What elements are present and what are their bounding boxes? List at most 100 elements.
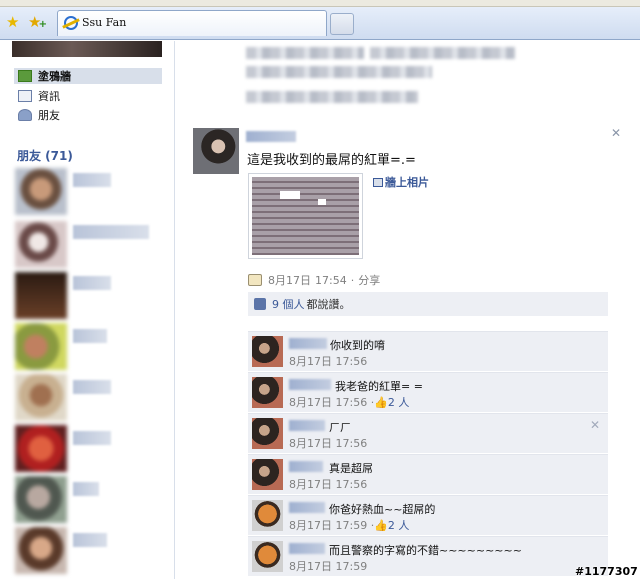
post-text: 這是我收到的最屌的紅單=.= [247, 153, 416, 168]
meta-separator: · [350, 273, 355, 287]
tab-title: Ssu Fan [82, 16, 127, 29]
commenter-name[interactable] [289, 420, 325, 431]
comment-meta: 8月17日 17:56 ·👍2 人 [289, 394, 409, 410]
friend-avatar[interactable] [15, 168, 67, 215]
friend-avatar[interactable] [15, 221, 67, 268]
friend-name[interactable] [73, 276, 111, 290]
commenter-avatar[interactable] [252, 377, 283, 408]
commenter-avatar[interactable] [252, 336, 283, 367]
menu-bar [0, 0, 640, 7]
comment-like-count[interactable]: 👍2 人 [374, 396, 409, 409]
wall-icon [18, 70, 32, 82]
poster-avatar[interactable] [193, 128, 239, 174]
comment-date[interactable]: 8月17日 [289, 478, 332, 491]
sidebar-item-info[interactable]: 資訊 [18, 88, 60, 104]
comment-meta: 8月17日 17:56 [289, 353, 367, 369]
sidebar-item-friends[interactable]: 朋友 [18, 107, 60, 123]
comment-time[interactable]: 17:56 [336, 437, 368, 450]
comment-like-count-label: 2 人 [387, 396, 410, 409]
friend-name[interactable] [73, 329, 107, 343]
commenter-avatar[interactable] [252, 541, 283, 572]
likes-suffix: 都說讚。 [306, 298, 351, 311]
new-tab-button[interactable] [330, 13, 354, 35]
post-time[interactable]: 17:54 [315, 274, 347, 287]
browser-tab[interactable]: Ssu Fan [57, 10, 327, 36]
friend-name[interactable] [73, 482, 99, 496]
commenter-name[interactable] [289, 379, 331, 390]
commenter-avatar[interactable] [252, 418, 283, 449]
blurred-story [246, 91, 418, 103]
blurred-story [246, 66, 432, 78]
comment-time[interactable]: 17:56 [336, 396, 368, 409]
post-meta: 8月17日 17:54 · 分享 [248, 272, 380, 288]
friend-avatar[interactable] [15, 272, 67, 319]
commenter-name[interactable] [289, 461, 323, 472]
comment-date[interactable]: 8月17日 [289, 437, 332, 450]
comment: 真是超屌 8月17日 17:56 [248, 454, 608, 494]
close-icon[interactable]: ✕ [611, 126, 621, 140]
left-sidebar: 塗鴉牆 資訊 朋友 朋友 (71) [0, 41, 175, 579]
comment-meta: 8月17日 17:59 ·👍2 人 [289, 517, 409, 533]
comment-time[interactable]: 17:59 [336, 519, 368, 532]
likes-count-link[interactable]: 9 個人 [272, 296, 305, 312]
friend-avatar[interactable] [15, 323, 67, 370]
sidebar-item-label: 資訊 [38, 90, 60, 103]
comment-meta: 8月17日 17:56 [289, 476, 367, 492]
friend-name[interactable] [73, 173, 111, 187]
comment-text: 真是超屌 [329, 462, 373, 475]
post-date[interactable]: 8月17日 [268, 272, 311, 288]
comment-text: 你爸好熱血~~超屌的 [329, 503, 436, 516]
profile-picture[interactable] [12, 41, 162, 57]
watermark: #1177307 [575, 565, 638, 578]
comment-time[interactable]: 17:59 [336, 560, 368, 573]
comment: 你收到的唷 8月17日 17:56 [248, 331, 608, 371]
comment-meta: 8月17日 17:59 [289, 558, 367, 574]
comment-like-count-label: 2 人 [387, 519, 410, 532]
friend-name[interactable] [73, 380, 111, 394]
commenter-name[interactable] [289, 543, 325, 554]
friend-avatar[interactable] [15, 527, 67, 574]
comment-text: 我老爸的紅單= = [335, 380, 423, 393]
comment-date[interactable]: 8月17日 [289, 560, 332, 573]
close-icon[interactable]: ✕ [590, 418, 600, 432]
friend-name[interactable] [73, 431, 111, 445]
info-icon [18, 90, 32, 102]
comment-time[interactable]: 17:56 [336, 478, 368, 491]
comment-time[interactable]: 17:56 [336, 355, 368, 368]
comment: 而且警察的字寫的不錯~~~~~~~~~ 8月17日 17:59 [248, 536, 608, 576]
comment-text: ㄏㄏ [329, 421, 351, 434]
wall-photos-link[interactable]: 牆上相片 [373, 174, 429, 190]
friend-name[interactable] [73, 533, 107, 547]
sidebar-item-wall[interactable]: 塗鴉牆 [14, 68, 162, 84]
comment: 你爸好熱血~~超屌的 8月17日 17:59 ·👍2 人 [248, 495, 608, 535]
friends-heading[interactable]: 朋友 (71) [17, 147, 73, 164]
photo-icon [373, 177, 383, 187]
comment-like-count[interactable]: 👍2 人 [374, 519, 409, 532]
sidebar-item-label: 朋友 [38, 109, 60, 122]
comment-text: 你收到的唷 [330, 339, 385, 352]
comment: ㄏㄏ ✕ 8月17日 17:56 [248, 413, 608, 453]
comment-meta: 8月17日 17:56 [289, 435, 367, 451]
tab-bar: ★ ★ Ssu Fan [0, 7, 640, 40]
friend-avatar[interactable] [15, 425, 67, 472]
ticket-image [252, 177, 359, 255]
post-photo[interactable] [248, 173, 363, 259]
comment-date[interactable]: 8月17日 [289, 396, 332, 409]
friend-avatar[interactable] [15, 374, 67, 421]
likes-bar: 9 個人 都說讚。 [248, 292, 608, 316]
poster-name[interactable] [246, 131, 296, 142]
commenter-avatar[interactable] [252, 459, 283, 490]
commenter-name[interactable] [289, 502, 325, 513]
friend-avatar[interactable] [15, 476, 67, 523]
comment-date[interactable]: 8月17日 [289, 355, 332, 368]
thumbs-up-icon [254, 298, 266, 310]
friend-name[interactable] [73, 225, 149, 239]
comment-text: 而且警察的字寫的不錯~~~~~~~~~ [329, 544, 522, 557]
comment-date[interactable]: 8月17日 [289, 519, 332, 532]
add-favorite-icon[interactable]: ★ [28, 14, 47, 33]
favorites-star-icon[interactable]: ★ [6, 15, 20, 30]
share-link[interactable]: 分享 [358, 272, 380, 288]
commenter-name[interactable] [289, 338, 327, 349]
sidebar-item-label: 塗鴉牆 [38, 70, 71, 83]
commenter-avatar[interactable] [252, 500, 283, 531]
